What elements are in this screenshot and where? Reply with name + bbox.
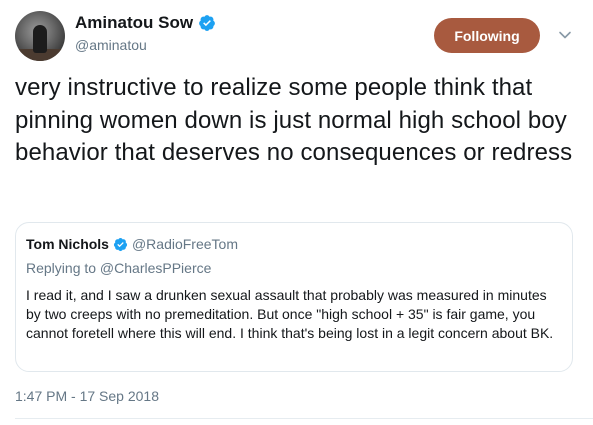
quoted-display-name: Tom Nichols: [26, 236, 109, 252]
tweet-timestamp[interactable]: 1:47 PM - 17 Sep 2018: [15, 388, 159, 404]
quoted-tweet-header: Tom Nichols @RadioFreeTom: [26, 236, 238, 252]
author-display-name[interactable]: Aminatou Sow: [75, 13, 193, 33]
quoted-handle: @RadioFreeTom: [131, 236, 238, 252]
chevron-down-icon[interactable]: [558, 28, 572, 42]
quoted-reply-context: Replying to @CharlesPPierce: [26, 260, 212, 276]
author-name-row[interactable]: Aminatou Sow: [75, 13, 216, 33]
verified-badge-icon: [113, 237, 128, 251]
tweet-text: very instructive to realize some people …: [15, 74, 573, 166]
author-handle[interactable]: @aminatou: [75, 37, 147, 53]
quoted-tweet-card[interactable]: Tom Nichols @RadioFreeTom Replying to @C…: [15, 222, 573, 372]
verified-badge-icon: [199, 15, 215, 31]
divider: [15, 418, 593, 419]
quoted-tweet-text: I read it, and I saw a drunken sexual as…: [26, 287, 554, 342]
author-avatar[interactable]: [15, 11, 65, 61]
following-button[interactable]: Following: [434, 18, 540, 53]
avatar-figure: [33, 25, 47, 53]
